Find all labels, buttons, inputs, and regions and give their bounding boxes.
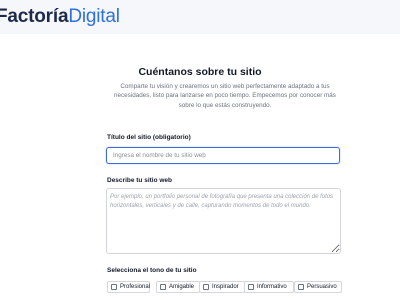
tone-label: Selecciona el tono de tu sitio [107, 267, 197, 274]
logo[interactable]: FactoríaDigital [0, 6, 120, 28]
intro-text: Comparte tu visión y crearemos un sitio … [114, 83, 336, 109]
tone-option-persuasivo[interactable]: Persuasivo [294, 281, 342, 293]
description-textarea[interactable] [106, 188, 341, 254]
tone-option-profesional[interactable]: Profesional [107, 281, 150, 293]
logo-text-primary: Factoría [0, 6, 69, 27]
checkbox-icon[interactable] [248, 284, 254, 290]
logo-text-accent: Digital [68, 6, 120, 27]
main-content: Cuéntanos sobre tu sitio Comparte tu vis… [0, 34, 400, 300]
header-bar: FactoríaDigital [0, 0, 400, 35]
site-title-label: Título del sitio (obligatorio) [107, 134, 191, 141]
checkbox-icon[interactable] [111, 284, 117, 290]
tone-option-label: Inspirador [212, 284, 239, 290]
tone-option-label: Persuasivo [307, 284, 337, 290]
description-label: Describe tu sitio web [107, 177, 173, 184]
tone-option-inspirador[interactable]: Inspirador [199, 281, 245, 293]
checkbox-icon[interactable] [203, 284, 209, 290]
tone-option-label: Profesional [120, 284, 151, 290]
tone-option-label: Informativo [257, 284, 287, 290]
tone-option-amigable[interactable]: Amigable [156, 281, 200, 293]
tone-option-informativo[interactable]: Informativo [244, 281, 294, 293]
checkbox-icon[interactable] [298, 284, 304, 290]
tone-option-label: Amigable [169, 284, 195, 290]
page-title: Cuéntanos sobre tu sitio [138, 66, 262, 78]
site-title-input[interactable] [106, 147, 340, 164]
checkbox-icon[interactable] [160, 284, 166, 290]
